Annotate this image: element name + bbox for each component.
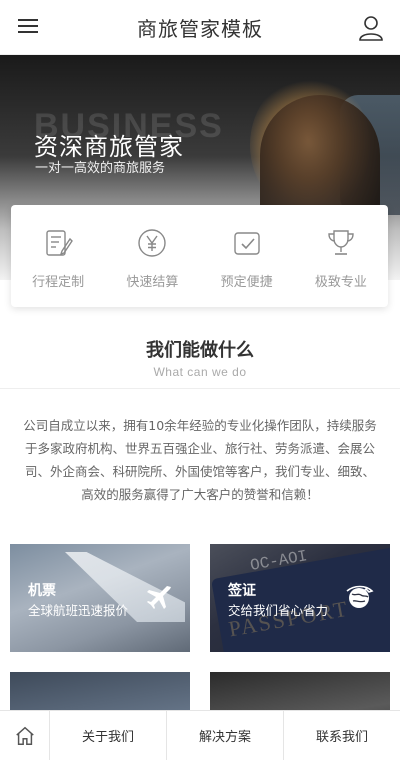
feature-booking[interactable]: 预定便捷	[200, 205, 294, 307]
itinerary-edit-icon	[46, 230, 74, 256]
menu-icon[interactable]	[14, 15, 42, 41]
service-title: 机票	[28, 583, 56, 599]
section-title: 我们能做什么	[146, 340, 254, 361]
hero-subheading: 一对一高效的商旅服务	[35, 161, 166, 176]
feature-card: 行程定制 快速结算 预定便捷 极致专业	[11, 205, 388, 307]
nav-solutions[interactable]: 解决方案	[167, 711, 284, 760]
service-card-flights[interactable]: 机票 全球航班迅速报价	[10, 544, 190, 652]
nav-contact[interactable]: 联系我们	[284, 711, 400, 760]
company-intro: 公司自成立以来，拥有10余年经验的专业化操作团队，持续服务于多家政府机构、世界五…	[23, 418, 377, 502]
home-icon[interactable]	[0, 711, 50, 760]
user-icon[interactable]	[356, 13, 386, 43]
globe-plane-icon	[346, 585, 374, 608]
yen-coin-icon	[138, 229, 167, 257]
trophy-icon	[328, 230, 354, 255]
feature-settlement[interactable]: 快速结算	[105, 205, 199, 307]
service-desc: 交给我们省心省力	[228, 603, 329, 618]
section-header: 我们能做什么 What can we do	[0, 336, 400, 379]
section-divider	[0, 388, 400, 389]
section-subtitle: What can we do	[153, 365, 247, 379]
feature-itinerary[interactable]: 行程定制	[11, 205, 105, 307]
feature-label: 快速结算	[126, 275, 179, 290]
booking-check-icon	[233, 232, 260, 255]
app-title: 商旅管家模板	[137, 16, 263, 41]
airplane-icon	[147, 586, 171, 609]
feature-label: 预定便捷	[220, 275, 273, 290]
feature-label: 行程定制	[32, 275, 85, 290]
feature-label: 极致专业	[314, 275, 367, 290]
feature-professional[interactable]: 极致专业	[294, 205, 388, 307]
bottom-nav: 关于我们 解决方案 联系我们	[0, 710, 400, 760]
top-header: 商旅管家模板	[0, 0, 400, 55]
service-desc: 全球航班迅速报价	[28, 603, 129, 618]
service-card-visa[interactable]: PASSPORT OC-AOI 签证 交给我们省心省力	[210, 544, 390, 652]
service-title: 签证	[228, 583, 256, 599]
nav-about[interactable]: 关于我们	[50, 711, 167, 760]
